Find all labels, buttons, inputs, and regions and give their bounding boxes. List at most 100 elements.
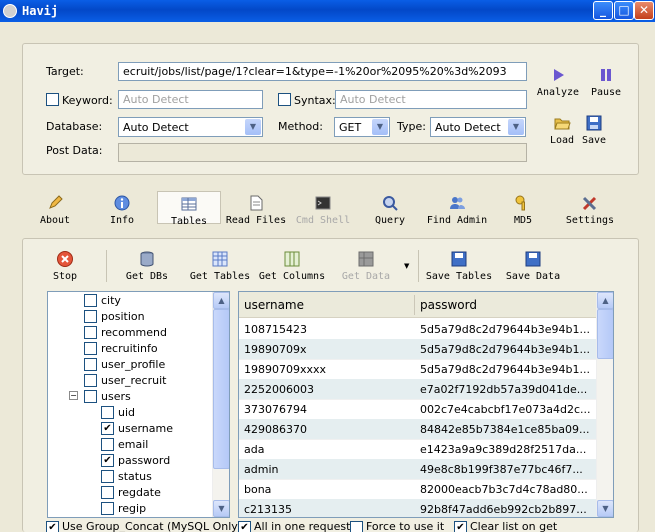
save-data-label: Save Data [505,271,561,282]
query-button[interactable]: Query [372,194,408,226]
table-row[interactable]: 429086370 84842e85b7384e1ce85ba09... [239,419,596,440]
cmd-shell-label: Cmd Shell [295,215,351,226]
syntax-input[interactable]: Auto Detect [335,90,527,109]
load-button[interactable]: Load [546,114,578,146]
scroll-thumb[interactable] [213,309,229,469]
tables-label: Tables [170,216,208,227]
scroll-up-icon[interactable]: ▲ [213,292,229,309]
cmd-shell-button[interactable]: Cmd Shell [292,194,354,226]
cell-password: 92b8f47add6eb992cb2b897... [420,503,587,516]
tree-scrollbar[interactable]: ▲ ▼ [212,292,229,517]
table-row[interactable]: 19890709xxxx 5d5a79d8c2d79644b3e94b1... [239,359,596,380]
document-icon [247,194,265,212]
chevron-down-icon: ▼ [245,119,261,135]
dropdown-arrow-icon[interactable]: ▼ [404,262,409,270]
tree-item-checkbox[interactable] [84,342,97,355]
target-input[interactable]: ecruit/jobs/list/page/1?clear=1&type=-1%… [118,62,527,81]
analyze-button[interactable]: Analyze [535,66,581,98]
force-checkbox[interactable] [350,520,363,532]
all-in-one-option[interactable]: ✔ All in one request. [238,520,354,532]
get-dbs-button[interactable]: Get DBs [123,250,171,282]
save-data-button[interactable]: Save Data [503,250,563,282]
key-icon [514,194,532,212]
grid-scrollbar[interactable]: ▲ ▼ [596,292,613,517]
postdata-input[interactable] [118,143,527,162]
toolbar-separator [106,250,107,282]
tree-item-label: position [101,310,145,323]
keyword-checkbox[interactable] [46,93,59,106]
cell-username: ada [244,443,265,456]
clear-list-option[interactable]: ✔ Clear list on get [454,520,557,532]
group-concat-option[interactable]: ✔ Use Group_Concat (MySQL Only) [46,520,242,532]
tree-item-checkbox[interactable] [84,294,97,307]
tree-item-checkbox[interactable] [84,310,97,323]
scroll-thumb[interactable] [597,309,613,359]
get-tables-button[interactable]: Get Tables [188,250,252,282]
table-row[interactable]: 373076794 002c7e4cabcbf17e073a4d2c... [239,399,596,420]
about-button[interactable]: About [35,194,75,226]
save-tables-label: Save Tables [425,271,493,282]
find-admin-button[interactable]: Find Admin [425,194,489,226]
minimize-button[interactable]: _ [593,1,613,20]
title-bar: Havij _ □ ✕ [0,0,655,22]
table-row[interactable]: 2252006003 e7a02f7192db57a39d041de... [239,379,596,400]
table-row[interactable]: bona 82000eacb7b3c7d4c78ad80... [239,479,596,500]
scroll-up-icon[interactable]: ▲ [597,292,613,309]
tree-item-checkbox[interactable] [101,502,114,515]
tree-item-checkbox[interactable] [101,438,114,451]
cell-password: 82000eacb7b3c7d4c78ad80... [420,483,588,496]
table-row[interactable]: 19890709x 5d5a79d8c2d79644b3e94b1... [239,339,596,360]
stop-button[interactable]: Stop [50,250,80,282]
get-data-button[interactable]: Get Data [338,250,394,282]
tree-item-checkbox[interactable] [84,326,97,339]
get-data-label: Get Data [341,271,391,282]
method-select[interactable]: GET ▼ [334,117,390,137]
tab-tables[interactable]: Tables [157,191,221,227]
tree-item-checkbox[interactable] [84,358,97,371]
table-row[interactable]: admin 49e8c8b199f387e77bc46f7... [239,459,596,480]
stop-icon [56,250,74,268]
tree-item-checkbox[interactable] [84,390,97,403]
schema-tree[interactable]: city position recommend recruitinfo user_pro… [47,291,230,518]
settings-button[interactable]: Settings [563,194,617,226]
column-header-password[interactable]: password [420,298,477,312]
save-button[interactable]: Save [578,114,610,146]
table-row[interactable]: c213135 92b8f47add6eb992cb2b897... [239,499,596,517]
cell-password: 5d5a79d8c2d79644b3e94b1... [420,363,590,376]
about-label: About [39,215,71,226]
table-row[interactable]: ada e1423a9a9c389d28f2517da... [239,439,596,460]
collapse-icon[interactable]: − [69,391,78,400]
tree-item-label: status [118,470,152,483]
get-columns-label: Get Columns [258,271,326,282]
data-grid[interactable]: username password 108715423 5d5a79d8c2d79… [238,291,614,518]
tree-item-checkbox[interactable] [84,374,97,387]
syntax-checkbox[interactable] [278,93,291,106]
read-files-button[interactable]: Read Files [225,194,287,226]
all-in-one-checkbox[interactable]: ✔ [238,520,251,532]
tree-item-checkbox[interactable] [101,486,114,499]
info-button[interactable]: Info [102,194,142,226]
column-header-username[interactable]: username [244,298,304,312]
tree-item-checkbox[interactable] [101,406,114,419]
database-select[interactable]: Auto Detect ▼ [118,117,263,137]
tree-item-checkbox[interactable] [101,470,114,483]
scroll-down-icon[interactable]: ▼ [597,500,613,517]
close-button[interactable]: ✕ [634,1,654,20]
clear-list-checkbox[interactable]: ✔ [454,520,467,532]
get-columns-button[interactable]: Get Columns [258,250,326,282]
tree-item-checkbox[interactable]: ✔ [101,454,114,467]
keyword-input[interactable]: Auto Detect [118,90,263,109]
pause-button[interactable]: Pause [588,66,624,98]
scroll-down-icon[interactable]: ▼ [213,500,229,517]
group-concat-checkbox[interactable]: ✔ [46,520,59,532]
save-tables-button[interactable]: Save Tables [425,250,493,282]
md5-button[interactable]: MD5 [508,194,538,226]
table-row[interactable]: 108715423 5d5a79d8c2d79644b3e94b1... [239,319,596,340]
type-select[interactable]: Auto Detect ▼ [430,117,526,137]
maximize-button[interactable]: □ [614,1,634,20]
tree-item-checkbox[interactable]: ✔ [101,422,114,435]
cell-username: 373076794 [244,403,307,416]
type-value: Auto Detect [435,121,501,134]
force-option[interactable]: Force to use it [350,520,444,532]
column-separator [414,295,415,315]
